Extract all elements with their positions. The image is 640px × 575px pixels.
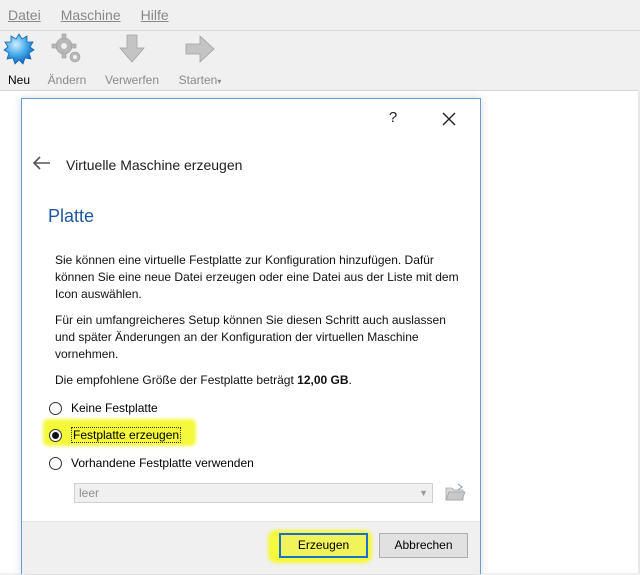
menu-maschine[interactable]: Maschine <box>61 7 121 23</box>
wizard-title: Virtuelle Maschine erzeugen <box>66 157 243 173</box>
folder-open-icon[interactable] <box>444 482 466 504</box>
cancel-button[interactable]: Abbrechen <box>379 533 468 558</box>
recommended-size-value: 12,00 GB <box>297 373 349 387</box>
page-title: Platte <box>48 206 95 226</box>
start-button-label: Starten▾ <box>178 73 222 87</box>
description-paragraph-1: Sie können eine virtuelle Festplatte zur… <box>55 253 459 301</box>
edit-button[interactable]: Ändern <box>44 33 90 87</box>
radio-button[interactable] <box>49 401 62 415</box>
new-button[interactable]: Neu <box>2 33 36 87</box>
help-button[interactable]: ? <box>382 107 404 129</box>
arrow-right-icon <box>185 35 215 63</box>
gear-icon <box>51 33 81 63</box>
arrow-down-icon <box>119 34 145 63</box>
chevron-down-icon: ▼ <box>419 488 428 498</box>
description-paragraph-2: Für ein umfangreicheres Setup können Sie… <box>55 313 446 361</box>
back-arrow-icon[interactable] <box>32 155 52 171</box>
new-vm-icon <box>3 33 35 65</box>
create-vm-dialog: ? Virtuelle Maschine erzeugen Platte Sie… <box>21 98 481 574</box>
new-button-label: Neu <box>7 73 30 87</box>
recommended-size-text: Die empfohlene Größe der Festplatte betr… <box>55 373 352 387</box>
radio-button[interactable] <box>49 456 62 470</box>
existing-disk-select[interactable]: leer ▼ <box>74 483 433 503</box>
radio-existing-disk[interactable]: Vorhandene Festplatte verwenden <box>49 453 254 473</box>
close-button[interactable] <box>434 105 464 131</box>
menu-bar: Datei Maschine Hilfe <box>0 0 640 31</box>
start-button[interactable]: Starten▾ <box>175 33 225 87</box>
radio-label: Vorhandene Festplatte verwenden <box>71 456 254 470</box>
create-button[interactable]: Erzeugen <box>279 533 368 558</box>
toolbar: Neu Ändern Verwerfen Starten▾ <box>0 31 640 91</box>
close-icon <box>442 112 456 126</box>
radio-no-disk[interactable]: Keine Festplatte <box>49 398 158 418</box>
menu-datei[interactable]: Datei <box>8 7 41 23</box>
radio-create-disk[interactable]: Festplatte erzeugen <box>49 425 182 445</box>
radio-label: Keine Festplatte <box>71 401 158 415</box>
radio-button-selected[interactable] <box>49 428 62 442</box>
select-value: leer <box>79 486 100 500</box>
menu-hilfe[interactable]: Hilfe <box>141 7 169 23</box>
radio-label: Festplatte erzeugen <box>71 427 182 443</box>
edit-button-label: Ändern <box>47 73 87 87</box>
discard-button[interactable]: Verwerfen <box>100 33 164 87</box>
discard-button-label: Verwerfen <box>104 73 160 87</box>
dialog-titlebar: ? <box>22 99 480 137</box>
